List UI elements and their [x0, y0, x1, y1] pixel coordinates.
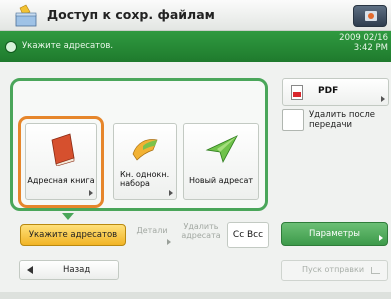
printer-button[interactable]: [353, 5, 387, 27]
delete-after-send-checkbox[interactable]: [282, 109, 304, 131]
details-button[interactable]: Детали: [130, 222, 174, 248]
delete-recipient-button[interactable]: Удалить адресата: [177, 222, 225, 248]
panel-pointer-arrow: [62, 213, 74, 220]
parameters-label: Параметры: [309, 229, 360, 239]
delete-after-send-label: Удалить после передачи: [309, 110, 375, 130]
footer-strip: [0, 292, 391, 299]
one-touch-button[interactable]: Кн. однокн. набора: [113, 123, 177, 200]
start-send-button[interactable]: Пуск отправки: [281, 260, 388, 281]
date-label: 2009 02/16: [339, 33, 388, 43]
new-address-button[interactable]: Новый адресат: [183, 123, 259, 200]
address-book-label: Адресная книга: [27, 176, 95, 185]
cc-bcc-button[interactable]: Cc Bcc: [227, 222, 269, 248]
arrow-left-icon: [27, 266, 33, 274]
address-book-button[interactable]: Адресная книга: [25, 123, 97, 200]
parameters-button[interactable]: Параметры: [281, 222, 388, 246]
back-label: Назад: [63, 265, 91, 275]
window-title: Доступ к сохр. файлам: [47, 7, 215, 22]
one-touch-label: Кн. однокн. набора: [120, 170, 170, 188]
specify-recipients-label: Укажите адресатов: [28, 230, 118, 240]
file-format-label: PDF: [318, 86, 339, 96]
address-book-icon: [51, 133, 75, 166]
folder-box-icon: [14, 4, 40, 28]
cc-bcc-label: Cc Bcc: [232, 230, 264, 240]
start-send-label: Пуск отправки: [302, 265, 365, 274]
pdf-icon: [291, 85, 303, 100]
datetime: 2009 02/16 3:42 PM: [320, 33, 388, 53]
file-format-button[interactable]: PDF: [282, 78, 389, 106]
status-message: Укажите адресатов.: [22, 41, 114, 51]
new-address-label: Новый адресат: [188, 176, 254, 185]
time-label: 3:42 PM: [353, 43, 388, 53]
specify-recipients-button[interactable]: Укажите адресатов: [20, 224, 126, 246]
info-icon: [5, 41, 17, 53]
chevron-right-icon: [379, 235, 383, 241]
details-label: Детали: [136, 226, 168, 235]
new-address-icon: [205, 135, 238, 164]
chevron-right-icon: [381, 96, 385, 102]
chevron-right-icon: [89, 190, 93, 196]
chevron-right-icon: [169, 190, 173, 196]
enter-arrow-icon: [371, 267, 380, 274]
one-touch-icon: [132, 139, 158, 161]
chevron-right-icon: [167, 239, 171, 245]
delete-after-send-option[interactable]: Удалить после передачи: [282, 109, 389, 134]
delete-recipient-label: Удалить адресата: [181, 222, 221, 240]
back-button[interactable]: Назад: [19, 260, 119, 280]
printer-icon: [365, 11, 377, 21]
